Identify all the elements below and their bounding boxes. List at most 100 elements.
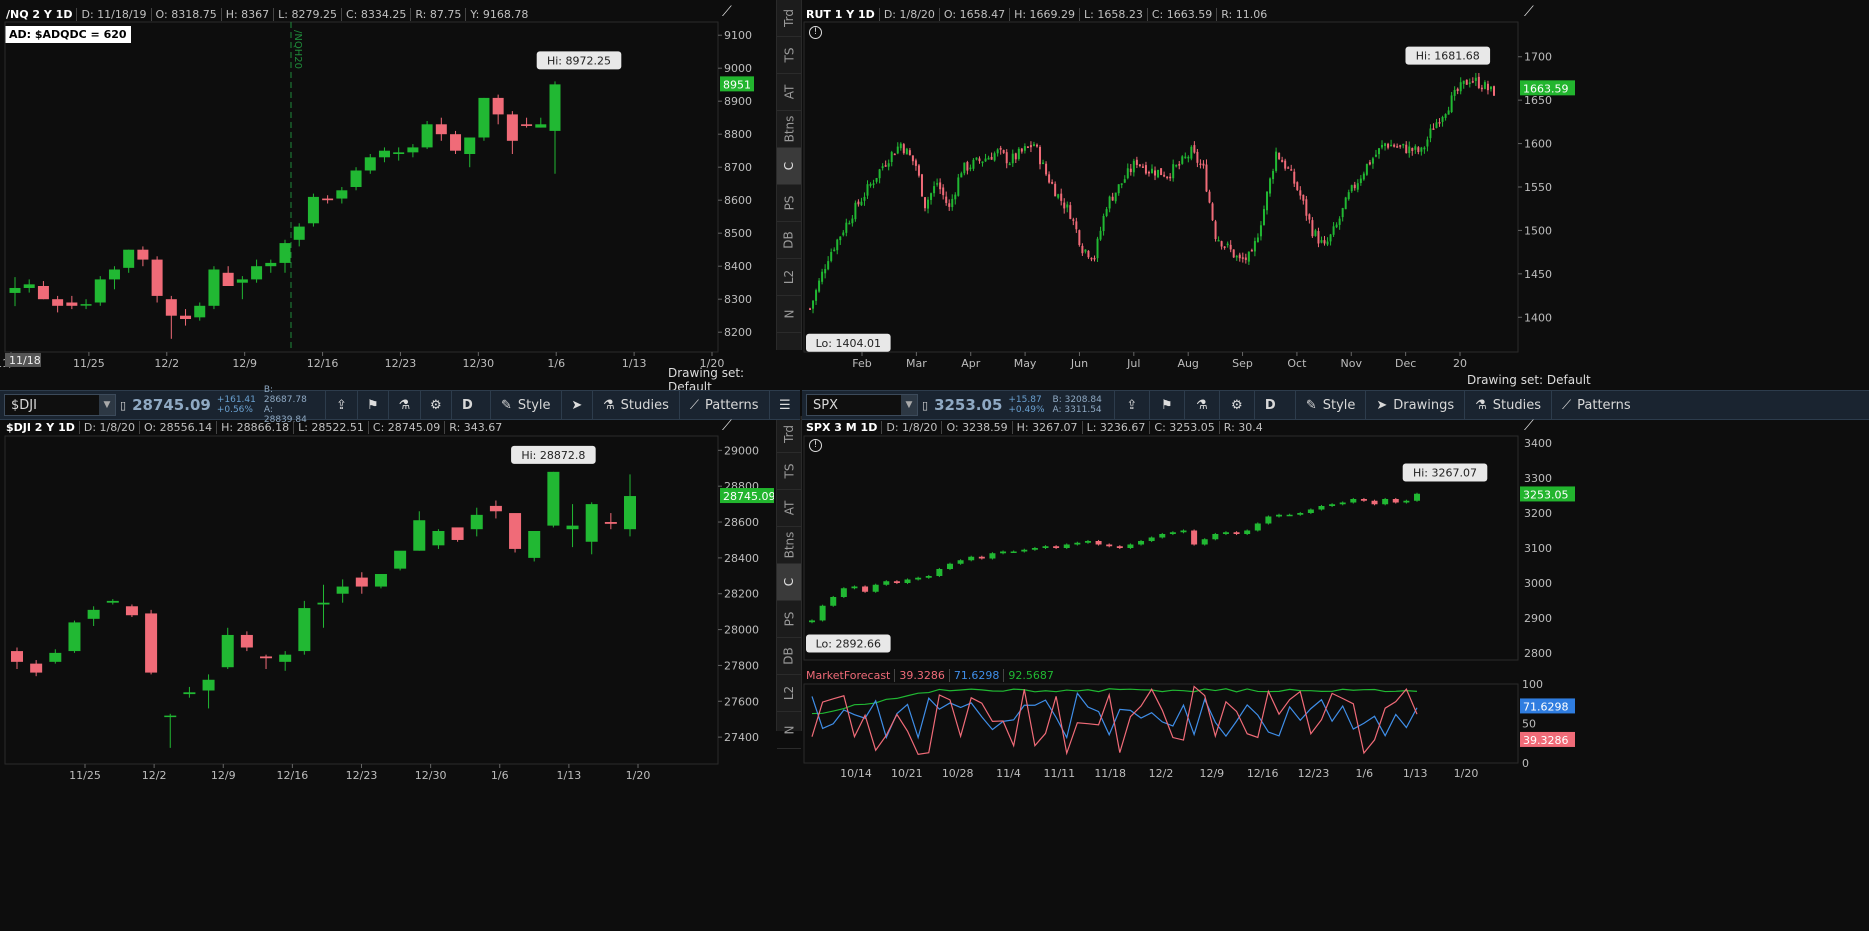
chevron-down-icon[interactable]: ▼	[99, 395, 115, 415]
spx-period-button[interactable]: D	[1253, 391, 1295, 419]
rut-candle-body	[1054, 183, 1057, 197]
side-tab-btns[interactable]: Btns	[777, 111, 801, 148]
spx-drawings-button[interactable]: ➤ Drawings	[1365, 391, 1464, 419]
nq-candle-chart[interactable]: 8200 8300 8400 8500 8600 8700 8800 8900 9000 9100…	[0, 0, 774, 390]
spx-x-tick-label: 11/11	[1043, 767, 1075, 780]
side-tab-ps[interactable]: PS	[777, 601, 801, 638]
side-tab-l2[interactable]: L2	[777, 259, 801, 296]
spx-y-tick-label: 3400	[1524, 437, 1552, 450]
rut-chart-panel[interactable]: RUT 1 Y 1D D: 1/8/20 O: 1658.47 H: 1669.…	[802, 0, 1869, 390]
spx-candle-body	[1116, 546, 1123, 548]
dji-period-button[interactable]: D	[451, 391, 490, 419]
flask-icon[interactable]: ⚗	[388, 391, 419, 419]
rut-candle-body	[948, 203, 951, 207]
dji-symbol-input[interactable]: $DJI	[5, 398, 99, 413]
share-icon[interactable]: ⇪	[325, 391, 356, 419]
side-tab-n[interactable]: N	[777, 296, 801, 333]
rut-candle-body	[842, 232, 845, 236]
side-tab-btns[interactable]: Btns	[777, 527, 801, 564]
spx-symbol-input[interactable]: SPX	[807, 398, 901, 413]
rut-candle-body	[1308, 214, 1311, 220]
rut-candle-body	[1039, 146, 1042, 165]
nq-x-tick-label: 11/25	[73, 357, 105, 370]
dji-x-tick-label: 11/25	[69, 769, 101, 782]
rut-candle-body	[1305, 199, 1308, 216]
dji-style-button[interactable]: ✎ Style	[489, 391, 561, 419]
spx-patterns-button[interactable]: ⟋ Patterns	[1551, 391, 1641, 419]
side-tab-trd[interactable]: Trd	[777, 0, 801, 37]
nq-tooltip-text: Hi: 8972.25	[547, 54, 611, 67]
flask-icon: ⚗	[1475, 397, 1487, 413]
flag-icon[interactable]: ⚑	[356, 391, 388, 419]
spx-candle-body	[872, 584, 879, 592]
rut-candle-body	[972, 159, 975, 169]
rut-candle-chart[interactable]: 1400 1450 1500 1550 1600 1650 1700 Feb Mar Apr May…	[802, 0, 1869, 390]
spx-chart-panel[interactable]: SPX 3 M 1D D: 1/8/20 O: 3238.59 H: 3267.…	[802, 418, 1869, 931]
spx-studies-button[interactable]: ⚗ Studies	[1464, 391, 1551, 419]
spx-x-tick-label: 1/20	[1454, 767, 1479, 780]
side-tab-c[interactable]: C	[777, 148, 801, 185]
dji-candle-chart[interactable]: 2740027600278002800028200284002860028800…	[0, 418, 774, 931]
menu-icon[interactable]: ☰	[768, 391, 800, 419]
spx-symbol-selector[interactable]: SPX ▼	[806, 394, 918, 416]
rut-candle-body	[1262, 209, 1265, 226]
dji-chart-panel[interactable]: $DJI 2 Y 1D D: 1/8/20 O: 28556.14 H: 288…	[0, 418, 774, 931]
dji-patterns-button[interactable]: ⟋ Patterns	[678, 391, 769, 419]
rut-candle-body	[960, 173, 963, 178]
dji-x-tick-label: 12/30	[415, 769, 447, 782]
rut-candle-body	[1120, 183, 1123, 185]
rut-y-tick-label: 1400	[1524, 311, 1552, 324]
share-icon[interactable]: ⇪	[1113, 391, 1149, 419]
chevron-down-icon[interactable]: ▼	[901, 395, 917, 415]
side-tab-ts[interactable]: TS	[777, 453, 801, 490]
side-tab-ts[interactable]: TS	[777, 37, 801, 74]
cursor-icon[interactable]: ➤	[560, 391, 592, 419]
gear-icon[interactable]: ⚙	[1218, 391, 1254, 419]
side-tab-l2[interactable]: L2	[777, 675, 801, 712]
spx-lock-icon[interactable]: ▯	[922, 399, 928, 412]
flag-icon[interactable]: ⚑	[1148, 391, 1184, 419]
side-tab-at[interactable]: AT	[777, 74, 801, 111]
side-tab-ps[interactable]: PS	[777, 185, 801, 222]
side-tab-at[interactable]: AT	[777, 490, 801, 527]
dji-y-tick-label: 27400	[724, 731, 759, 744]
nq-current-date: 11/18	[9, 354, 41, 367]
rut-candle-body	[1141, 166, 1144, 168]
rut-candle-body	[1250, 250, 1253, 252]
rut-candle-body	[830, 252, 833, 261]
rut-candle-body	[1493, 86, 1495, 96]
side-tab-db[interactable]: DB	[777, 638, 801, 675]
dji-lock-icon[interactable]: ▯	[120, 399, 126, 412]
dji-candle-body	[451, 527, 464, 540]
spx-candle-body	[1403, 500, 1410, 503]
mf-blue-line	[811, 691, 1418, 740]
dji-symbol-selector[interactable]: $DJI ▼	[4, 394, 116, 416]
rut-candle-body	[1474, 77, 1477, 81]
rut-drawing-set[interactable]: Drawing set: Default	[1467, 373, 1591, 387]
rut-candle-body	[1281, 159, 1284, 163]
nq-x-tick-label: 12/2	[154, 357, 179, 370]
rut-x-tick-label: Sep	[1232, 357, 1253, 370]
side-tab-db[interactable]: DB	[777, 222, 801, 259]
mf-y-tick-label: 100	[1522, 678, 1543, 691]
rut-candle-body	[851, 218, 854, 224]
rut-candle-body	[1096, 238, 1099, 259]
rut-candle-body	[1371, 158, 1374, 164]
dji-candle-body	[604, 522, 617, 524]
spx-x-tick-label: 10/28	[942, 767, 974, 780]
rut-candle-body	[1072, 219, 1075, 221]
side-tab-c[interactable]: C	[777, 564, 801, 601]
spx-style-button[interactable]: ✎ Style	[1294, 391, 1366, 419]
gear-icon[interactable]: ⚙	[419, 391, 451, 419]
rut-last-price-text: 1663.59	[1523, 82, 1569, 95]
spx-candle-body	[1053, 546, 1060, 548]
nq-chart-panel[interactable]: /NQ 2 Y 1D D: 11/18/19 O: 8318.75 H: 836…	[0, 0, 774, 394]
flask-icon[interactable]: ⚗	[1183, 391, 1219, 419]
rut-candle-body	[1471, 81, 1474, 83]
side-tab-n[interactable]: N	[777, 712, 801, 749]
side-tab-trd[interactable]: Trd	[777, 416, 801, 453]
dji-studies-button[interactable]: ⚗ Studies	[592, 391, 679, 419]
mf-value-red: 39.3286	[894, 668, 949, 682]
rut-candle-body	[1429, 128, 1432, 139]
rut-candle-body	[818, 280, 821, 292]
